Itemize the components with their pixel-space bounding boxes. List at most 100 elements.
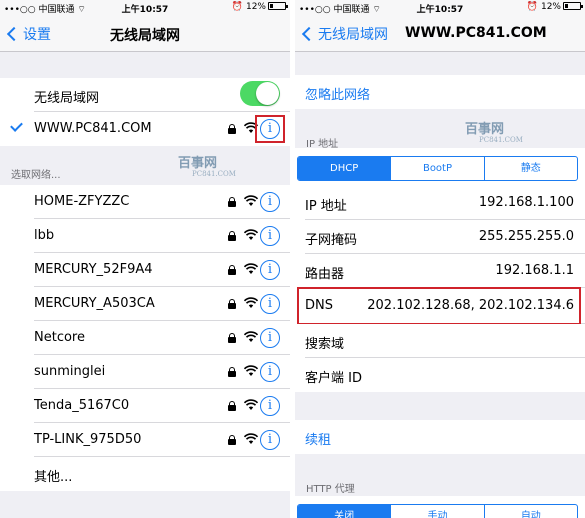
proxy-mode-cell: 关闭 手动 自动: [295, 496, 585, 518]
search-domain-row[interactable]: 搜索域: [295, 324, 585, 358]
lock-icon: [228, 333, 236, 343]
info-icon[interactable]: i: [260, 226, 280, 246]
lock-icon: [228, 367, 236, 377]
wifi-icon: [244, 229, 258, 240]
connected-network-row[interactable]: WWW.PC841.COM i: [0, 112, 290, 146]
wifi-icon: [244, 195, 258, 206]
back-label: 无线局域网: [318, 27, 388, 43]
subnet-mask-row: 子网掩码 255.255.255.0: [295, 220, 585, 254]
list-item[interactable]: sunminglei i: [0, 355, 290, 389]
network-name: TP-LINK_975D50: [34, 432, 142, 447]
battery-icon: [563, 2, 583, 10]
forget-network-button[interactable]: 忽略此网络: [295, 75, 585, 109]
renew-lease-button[interactable]: 续租: [295, 420, 585, 454]
field-label: 客户端 ID: [305, 371, 362, 386]
field-value: 192.168.1.100: [478, 195, 574, 210]
lock-icon: [228, 265, 236, 275]
wifi-toggle-switch[interactable]: [240, 81, 280, 106]
info-icon[interactable]: i: [260, 192, 280, 212]
network-name: Tenda_5167C0: [34, 398, 130, 413]
wifi-settings-screen: •••○○ 中国联通 ⌔ 上午10:57 ⏰ 12% 设置 无线局域网 无线局域…: [0, 0, 290, 518]
list-item[interactable]: Netcore i: [0, 321, 290, 355]
status-bar: •••○○ 中国联通 ⌔ 上午10:57 ⏰ 12%: [0, 0, 290, 16]
list-item[interactable]: HOME-ZFYZZC i: [0, 185, 290, 219]
lock-icon: [228, 124, 236, 134]
wifi-icon: [244, 433, 258, 444]
client-id-row[interactable]: 客户端 ID: [295, 358, 585, 392]
list-item[interactable]: lbb i: [0, 219, 290, 253]
list-item[interactable]: Tenda_5167C0 i: [0, 389, 290, 423]
list-item[interactable]: MERCURY_A503CA i: [0, 287, 290, 321]
info-icon[interactable]: i: [260, 260, 280, 280]
info-icon[interactable]: i: [260, 362, 280, 382]
info-icon[interactable]: i: [260, 294, 280, 314]
other-label: 其他...: [34, 470, 73, 485]
network-name: HOME-ZFYZZC: [34, 194, 130, 209]
choose-network-header: 选取网络...: [11, 170, 61, 181]
forget-network-label: 忽略此网络: [305, 88, 371, 103]
info-icon[interactable]: i: [260, 328, 280, 348]
network-name: MERCURY_A503CA: [34, 296, 155, 311]
info-icon[interactable]: i: [260, 396, 280, 416]
checkmark-icon: [10, 119, 23, 132]
lock-icon: [228, 299, 236, 309]
network-name: Netcore: [34, 330, 85, 345]
battery-percent: 12%: [540, 2, 561, 12]
wifi-toggle-label: 无线局域网: [34, 91, 100, 106]
other-network-item[interactable]: 其他...: [0, 457, 290, 491]
network-name: MERCURY_52F9A4: [34, 262, 153, 277]
segment-proxy-manual[interactable]: 手动: [390, 505, 483, 518]
navigation-bar: 无线局域网 WWW.PC841.COM: [295, 16, 585, 52]
list-item[interactable]: MERCURY_52F9A4 i: [0, 253, 290, 287]
watermark: 百事网 PC841.COM: [465, 122, 523, 144]
dns-highlight-box: [297, 287, 581, 325]
field-label: 搜索域: [305, 337, 345, 352]
wifi-icon: [244, 399, 258, 410]
http-proxy-header: HTTP 代理: [306, 484, 355, 495]
wifi-icon: [244, 365, 258, 376]
lock-icon: [228, 401, 236, 411]
renew-lease-label: 续租: [305, 433, 332, 448]
field-value: 192.168.1.1: [495, 263, 574, 278]
segment-bootp[interactable]: BootP: [390, 157, 483, 180]
router-row: 路由器 192.168.1.1: [295, 254, 585, 288]
page-title: 无线局域网: [110, 28, 180, 44]
network-name: WWW.PC841.COM: [34, 121, 152, 136]
status-right: ⏰ 12%: [527, 2, 583, 12]
segment-proxy-auto[interactable]: 自动: [483, 505, 577, 518]
ip-mode-cell: DHCP BootP 静态: [295, 148, 585, 186]
network-name: lbb: [34, 228, 55, 243]
field-label: IP 地址: [305, 199, 347, 214]
back-button[interactable]: 无线局域网: [301, 24, 388, 44]
status-bar: •••○○ 中国联通 ⌔ 上午10:57 ⏰ 12%: [295, 0, 585, 16]
info-highlight-box: [255, 115, 285, 143]
navigation-bar: 设置 无线局域网: [0, 16, 290, 52]
wifi-icon: [244, 331, 258, 342]
info-icon[interactable]: i: [260, 430, 280, 450]
status-right: ⏰ 12%: [231, 2, 288, 12]
chevron-left-icon: [301, 26, 317, 42]
wifi-icon: [244, 297, 258, 308]
wifi-toggle-row: 无线局域网: [0, 78, 290, 112]
segment-dhcp[interactable]: DHCP: [298, 157, 391, 180]
segment-static[interactable]: 静态: [483, 157, 577, 180]
wifi-icon: [244, 263, 258, 274]
lock-icon: [228, 435, 236, 445]
network-detail-screen: •••○○ 中国联通 ⌔ 上午10:57 ⏰ 12% 无线局域网 WWW.PC8…: [295, 0, 585, 518]
field-label: 路由器: [305, 267, 345, 282]
alarm-icon: ⏰: [231, 2, 244, 12]
field-label: 子网掩码: [305, 233, 358, 248]
ip-address-row: IP 地址 192.168.1.100: [295, 186, 585, 220]
battery-icon: [268, 2, 288, 10]
toggle-knob: [256, 82, 279, 105]
list-item[interactable]: TP-LINK_975D50 i: [0, 423, 290, 457]
network-name: sunminglei: [34, 364, 106, 379]
field-value: 255.255.255.0: [478, 229, 574, 244]
lock-icon: [228, 197, 236, 207]
proxy-mode-segmented-control: 关闭 手动 自动: [297, 504, 578, 518]
segment-proxy-off[interactable]: 关闭: [298, 505, 391, 518]
page-title: WWW.PC841.COM: [405, 25, 547, 41]
lock-icon: [228, 231, 236, 241]
ip-mode-segmented-control: DHCP BootP 静态: [297, 156, 578, 181]
watermark: 百事网 PC841.COM: [178, 156, 236, 178]
